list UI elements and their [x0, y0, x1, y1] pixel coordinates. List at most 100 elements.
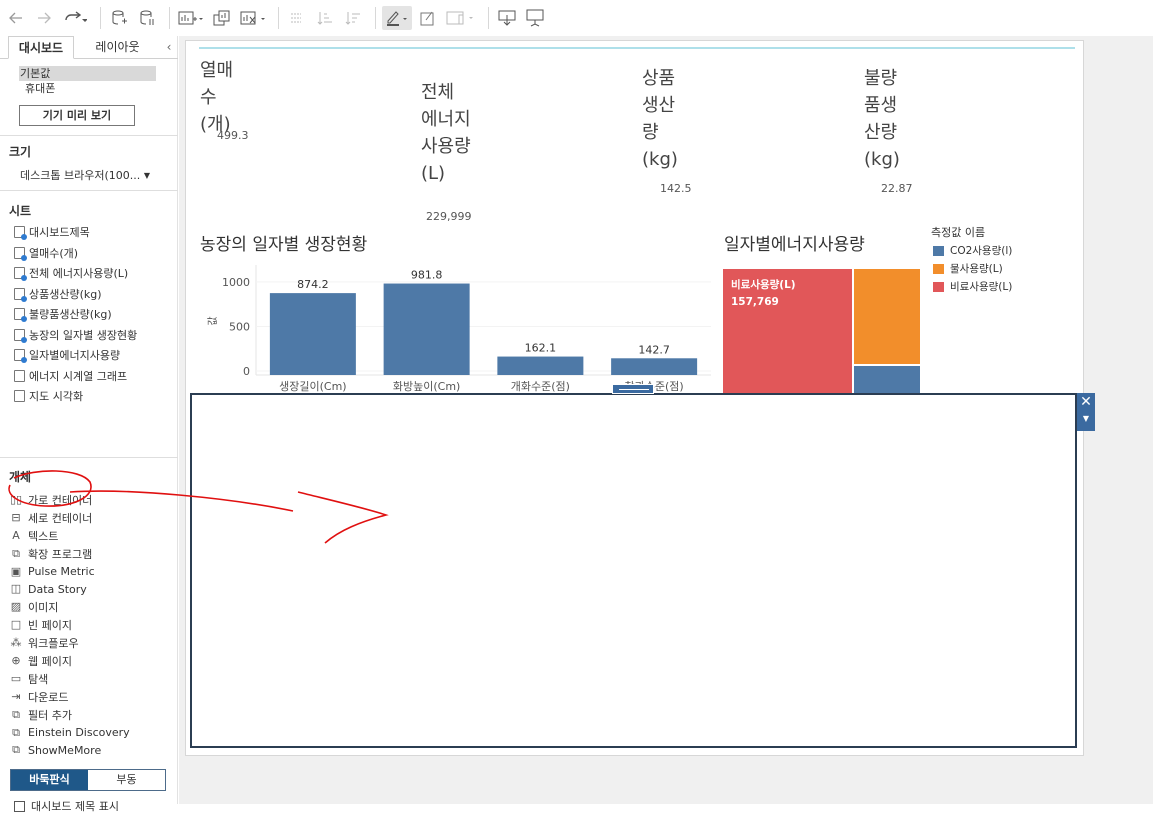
object-extension[interactable]: ⧉ 확장 프로그램: [10, 545, 175, 563]
object-image[interactable]: ▨ 이미지: [10, 598, 175, 616]
sheet-label: 상품생산량(kg): [29, 287, 102, 301]
bar-value-label: 981.8: [411, 269, 443, 282]
sheet-item[interactable]: 불량품생산량(kg): [14, 304, 174, 325]
empty-layout-container[interactable]: [190, 393, 1077, 748]
object-workflow[interactable]: ⁂ 워크플로우: [10, 634, 175, 652]
object-filter[interactable]: ⧉ 필터 추가: [10, 706, 175, 724]
new-datasource-icon[interactable]: [107, 6, 131, 30]
kpi-defect-value: 22.87: [881, 182, 913, 195]
object-einstein[interactable]: ⧉ Einstein Discovery: [10, 724, 175, 742]
object-text[interactable]: A 텍스트: [10, 527, 175, 545]
object-pulse-metric[interactable]: ▣ Pulse Metric: [10, 563, 175, 581]
kpi-energy-value: 229,999: [426, 210, 472, 223]
sheet-item[interactable]: 대시보드제목: [14, 222, 174, 243]
container-controls: ✕ ▼: [1077, 393, 1095, 431]
sheet-item[interactable]: 에너지 시계열 그래프: [14, 366, 174, 387]
collapse-chevron-icon[interactable]: ‹: [162, 36, 176, 59]
object-blank[interactable]: □ 빈 페이지: [10, 616, 175, 634]
object-label: 가로 컨테이너: [28, 493, 93, 507]
sort-ascending-icon[interactable]: [313, 6, 337, 30]
sheet-icon: [14, 349, 27, 364]
drag-handle[interactable]: [612, 384, 654, 394]
legend-item-fertilizer[interactable]: 비료사용량(L): [933, 279, 1012, 294]
size-dropdown[interactable]: 데스크톱 브라우저(100... ▼: [20, 167, 156, 185]
divider: [0, 190, 178, 191]
object-label: 빈 페이지: [28, 619, 72, 633]
sheet-label: 대시보드제목: [29, 226, 90, 240]
sheet-icon: [14, 267, 27, 282]
object-label: Einstein Discovery: [28, 726, 130, 740]
floating-button[interactable]: 부동: [88, 770, 165, 790]
caret-down-icon[interactable]: ▼: [1077, 411, 1095, 427]
sheet-item[interactable]: 지도 시각화: [14, 386, 174, 407]
duplicate-sheet-icon[interactable]: [210, 6, 234, 30]
size-section-title: 크기: [9, 145, 32, 159]
sheet-item[interactable]: 농장의 일자별 생장현황: [14, 325, 174, 346]
sort-descending-icon[interactable]: [341, 6, 365, 30]
toolbar-divider: [488, 7, 489, 29]
object-web-page[interactable]: ⊕ 웹 페이지: [10, 652, 175, 670]
selected-container-outline: [199, 47, 1075, 49]
object-navigation[interactable]: ▭ 탐색: [10, 670, 175, 688]
y-axis-label: 값: [207, 316, 219, 325]
label-icon[interactable]: [416, 6, 440, 30]
object-data-story[interactable]: ◫ Data Story: [10, 580, 175, 598]
bar-value-label: 874.2: [297, 278, 329, 291]
swap-icon[interactable]: [285, 6, 309, 30]
blank-icon: □: [10, 618, 22, 632]
legend-swatch: [933, 245, 944, 256]
sheet-item[interactable]: 상품생산량(kg): [14, 284, 174, 305]
size-dropdown-value: 데스크톱 브라우저(100...: [20, 169, 141, 182]
device-phone[interactable]: 휴대폰: [19, 81, 156, 96]
fit-icon[interactable]: [444, 6, 478, 30]
legend-item-co2[interactable]: CO2사용량(l): [933, 243, 1012, 258]
sheet-label: 농장의 일자별 생장현황: [29, 328, 138, 342]
clear-sheet-icon[interactable]: [238, 6, 268, 30]
sheet-item[interactable]: 전체 에너지사용량(L): [14, 263, 174, 284]
close-icon[interactable]: ✕: [1077, 393, 1095, 411]
kpi-energy-label: 전체 에너지 사용량 (L): [421, 82, 471, 184]
horizontal-container-icon: ▯▯: [10, 492, 23, 506]
download-tooltip-icon[interactable]: [495, 6, 519, 30]
object-download[interactable]: ⇥ 다운로드: [10, 688, 175, 706]
object-vertical-container[interactable]: ⊟ 세로 컨테이너: [10, 509, 175, 527]
treemap-cell-fertilizer[interactable]: 비료사용량(L) 157,769: [723, 269, 852, 399]
tiled-button[interactable]: 바둑판식: [11, 770, 88, 790]
presentation-icon[interactable]: [523, 6, 547, 30]
book-icon: ◫: [10, 582, 22, 596]
object-horizontal-container[interactable]: ▯▯ 가로 컨테이너: [10, 491, 175, 509]
tab-dashboard[interactable]: 대시보드: [8, 36, 74, 59]
device-preview-button[interactable]: 기기 미리 보기: [19, 105, 135, 126]
sheet-item[interactable]: 일자별에너지사용량: [14, 345, 174, 366]
y-tick-label: 1000: [222, 276, 250, 289]
redo-icon[interactable]: [60, 6, 90, 30]
y-tick-label: 500: [229, 320, 250, 333]
sheet-icon: [14, 369, 25, 382]
legend-item-water[interactable]: 물사용량(L): [933, 261, 1003, 276]
kpi-defect-label: 불량 품생 산량 (kg): [864, 68, 900, 170]
sheet-item[interactable]: 열매수(개): [14, 243, 174, 264]
sheet-label: 지도 시각화: [29, 390, 84, 404]
pause-datasource-icon[interactable]: [135, 6, 159, 30]
sheets-section-title: 시트: [9, 204, 32, 218]
treemap-cell-value: 157,769: [731, 296, 779, 308]
image-icon: ▨: [10, 600, 22, 614]
tab-layout[interactable]: 레이아웃: [80, 36, 155, 59]
object-showmemore[interactable]: ⧉ ShowMeMore: [10, 741, 175, 759]
toolbar: [0, 0, 1153, 36]
forward-arrow-icon[interactable]: [32, 6, 56, 30]
sidebar-tabs: 대시보드 레이아웃 ‹: [0, 36, 178, 59]
treemap-cell-water[interactable]: [854, 269, 920, 364]
object-label: ShowMeMore: [28, 743, 102, 757]
legend-swatch: [933, 281, 944, 292]
kpi-product-label: 상품 생산 량 (kg): [642, 68, 678, 170]
highlight-icon[interactable]: [382, 6, 412, 30]
back-arrow-icon[interactable]: [4, 6, 28, 30]
device-default[interactable]: 기본값: [19, 66, 156, 81]
show-title-checkbox[interactable]: 대시보드 제목 표시: [14, 798, 119, 814]
bar: [497, 356, 584, 375]
legend-swatch: [933, 263, 944, 274]
new-worksheet-icon[interactable]: [176, 6, 206, 30]
extension-icon: ⧉: [12, 546, 20, 560]
sheet-label: 에너지 시계열 그래프: [29, 369, 128, 383]
